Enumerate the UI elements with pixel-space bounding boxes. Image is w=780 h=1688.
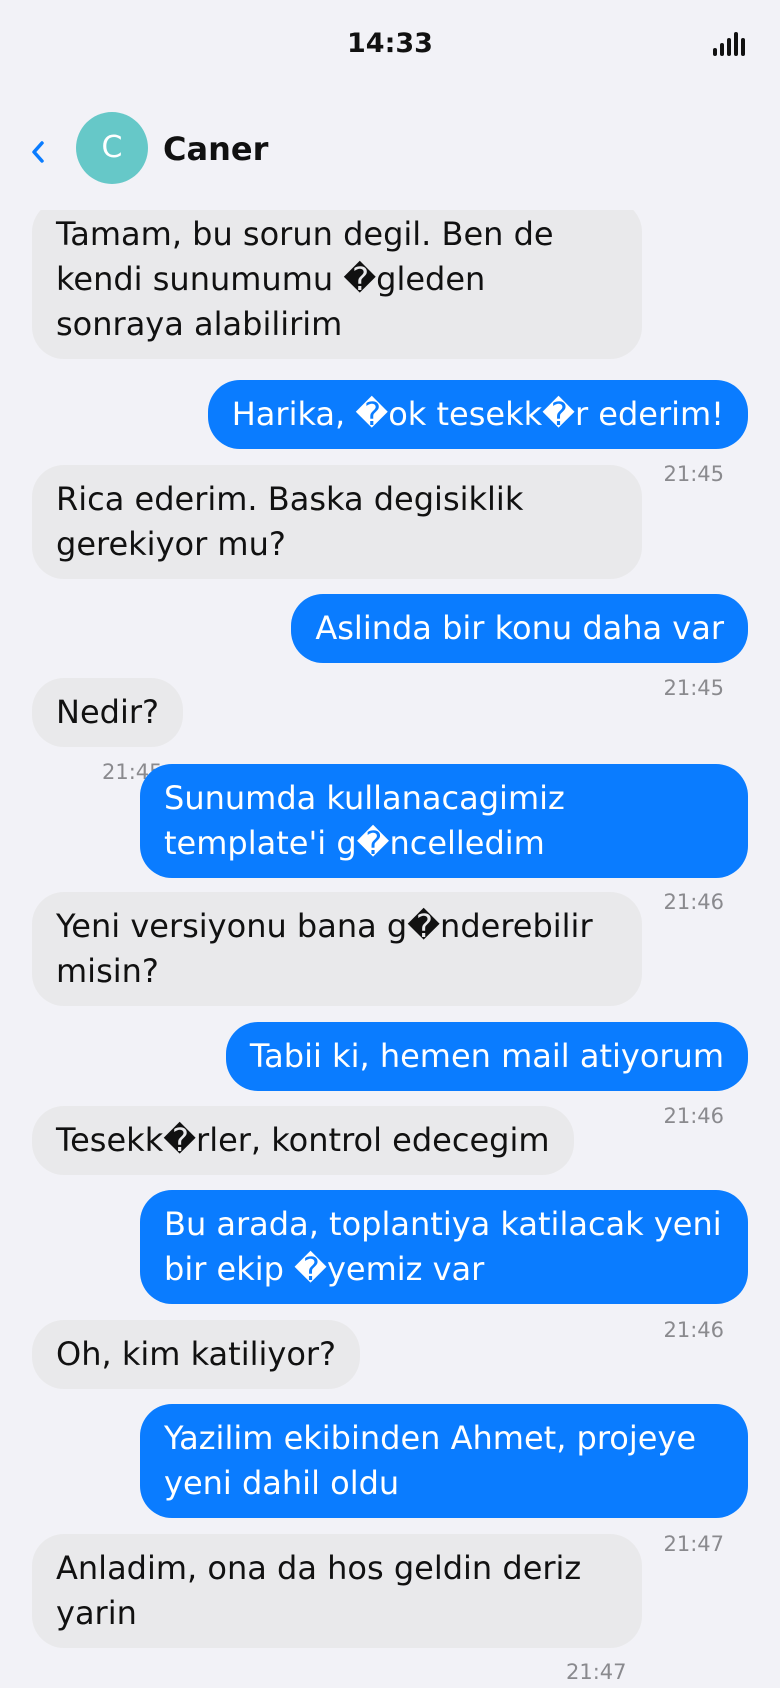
contact-name[interactable]: Caner [163,130,268,168]
message-timestamp: 21:45 [663,462,724,486]
message-timestamp: 21:46 [663,890,724,914]
chat-header: C Caner [0,100,780,200]
message-outgoing[interactable]: Tabii ki, hemen mail atiyorum [225,1022,748,1091]
message-incoming[interactable]: Oh, kim katiliyor? [32,1320,361,1389]
status-bar: 14:33 [0,0,780,90]
message-outgoing[interactable]: Sunumda kullanacagimiz template'i g�ncel… [140,764,748,878]
message-list[interactable]: Tamam, bu sorun degil. Ben de kendi sunu… [0,210,780,1688]
message-timestamp: 21:47 [663,1532,724,1556]
message-timestamp: 21:45 [663,676,724,700]
avatar[interactable]: C [76,112,148,184]
message-timestamp: 21:46 [663,1318,724,1342]
message-outgoing[interactable]: Yazilim ekibinden Ahmet, projeye yeni da… [140,1404,748,1518]
message-timestamp: 21:46 [663,1104,724,1128]
message-incoming[interactable]: Rica ederim. Baska degisiklik gerekiyor … [32,465,642,579]
message-incoming[interactable]: Tamam, bu sorun degil. Ben de kendi sunu… [32,210,642,359]
signal-icon [713,32,749,56]
message-outgoing[interactable]: Bu arada, toplantiya katilacak yeni bir … [140,1190,748,1304]
message-incoming[interactable]: Anladim, ona da hos geldin deriz yarin [32,1534,642,1648]
message-timestamp: 21:47 [566,1660,627,1684]
message-outgoing[interactable]: Harika, �ok tesekk�r ederim! [207,380,748,449]
message-incoming[interactable]: Nedir? [32,678,183,747]
back-button[interactable] [28,128,58,168]
message-incoming[interactable]: Yeni versiyonu bana g�nderebilir misin? [32,892,642,1006]
message-incoming[interactable]: Tesekk�rler, kontrol edecegim [32,1106,574,1175]
message-outgoing[interactable]: Aslinda bir konu daha var [291,594,748,663]
chevron-left-icon [32,141,44,163]
status-time: 14:33 [347,28,433,59]
